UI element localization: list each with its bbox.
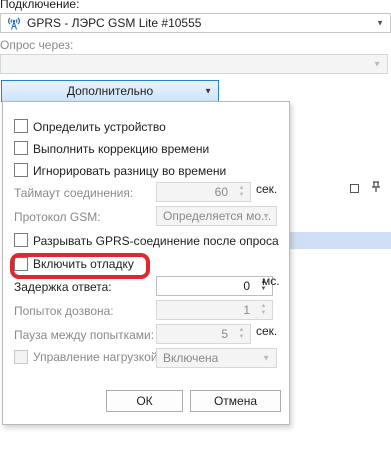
chevron-down-icon: ▼ — [262, 353, 270, 363]
connection-label: Подключение: — [0, 0, 80, 11]
time-correction-label[interactable]: Выполнить коррекцию времени — [33, 142, 209, 156]
chevron-down-icon: ▼ — [262, 211, 270, 221]
drop-gprs-checkbox[interactable] — [14, 233, 28, 247]
gsm-protocol-label: Протокол GSM: — [14, 210, 101, 224]
connection-value: GPRS - ЛЭРС GSM Lite #10555 — [27, 16, 202, 30]
drop-gprs-label[interactable]: Разрывать GPRS-соединение после опроса — [33, 234, 279, 248]
response-delay-value: 0 — [243, 279, 250, 293]
chevron-down-icon: ▼ — [376, 18, 384, 28]
background-selected-row — [290, 232, 391, 249]
time-correction-checkbox[interactable] — [14, 141, 28, 155]
response-delay-unit: мс. — [262, 274, 280, 288]
connect-timeout-spinner[interactable]: 60 ▲ ▼ — [156, 182, 251, 202]
load-control-select[interactable]: Включена ▼ — [156, 348, 277, 368]
connection-select[interactable]: GPRS - ЛЭРС GSM Lite #10555 ▼ — [0, 13, 391, 33]
poll-via-label: Опрос через: — [0, 38, 74, 52]
spinner-arrows-icon[interactable]: ▲ ▼ — [237, 185, 246, 199]
connect-timeout-label: Таймаут соединения: — [14, 186, 134, 200]
attempt-pause-label: Пауза между попытками: — [14, 328, 155, 342]
chevron-down-icon: ▼ — [373, 59, 381, 69]
attempt-pause-value: 5 — [221, 327, 228, 341]
response-delay-label: Задержка ответа: — [14, 280, 112, 294]
load-control-label: Управление нагрузкой: — [33, 350, 161, 364]
background-panel-header — [290, 176, 391, 200]
poll-via-select[interactable]: ▼ — [0, 54, 388, 74]
gsm-protocol-value: Определяется мо... — [163, 209, 272, 223]
dial-attempts-spinner[interactable]: 1 ▲ ▼ — [156, 300, 273, 320]
highlight-annotation — [10, 253, 150, 279]
spinner-arrows-icon[interactable]: ▲ ▼ — [237, 327, 246, 341]
pin-icon[interactable] — [371, 180, 381, 196]
expander-label: Дополнительно — [66, 84, 154, 98]
chevron-down-icon: ▼ — [204, 86, 212, 96]
square-icon[interactable] — [350, 183, 359, 193]
attempt-pause-unit: сек. — [256, 324, 278, 338]
additional-expander-button[interactable]: Дополнительно ▼ — [1, 80, 219, 102]
ok-button[interactable]: ОК — [106, 390, 183, 412]
load-control-checkbox[interactable] — [14, 350, 28, 364]
antenna-icon — [5, 15, 23, 31]
dial-attempts-label: Попыток дозвона: — [14, 304, 114, 318]
attempt-pause-spinner[interactable]: 5 ▲ ▼ — [156, 324, 251, 344]
cancel-button[interactable]: Отмена — [190, 390, 281, 412]
spinner-arrows-icon[interactable]: ▲ ▼ — [259, 303, 268, 317]
ignore-time-diff-checkbox[interactable] — [14, 163, 28, 177]
connect-timeout-value: 60 — [214, 185, 228, 199]
load-control-value: Включена — [163, 351, 219, 365]
connect-timeout-unit: сек. — [256, 182, 278, 196]
detect-device-checkbox[interactable] — [14, 119, 28, 133]
gsm-protocol-select[interactable]: Определяется мо... ▼ — [156, 206, 277, 226]
ignore-time-diff-label[interactable]: Игнорировать разницу во времени — [33, 164, 226, 178]
detect-device-label[interactable]: Определить устройство — [33, 120, 166, 134]
response-delay-spinner[interactable]: 0 ▲ ▼ — [156, 276, 273, 296]
dial-attempts-value: 1 — [243, 303, 250, 317]
